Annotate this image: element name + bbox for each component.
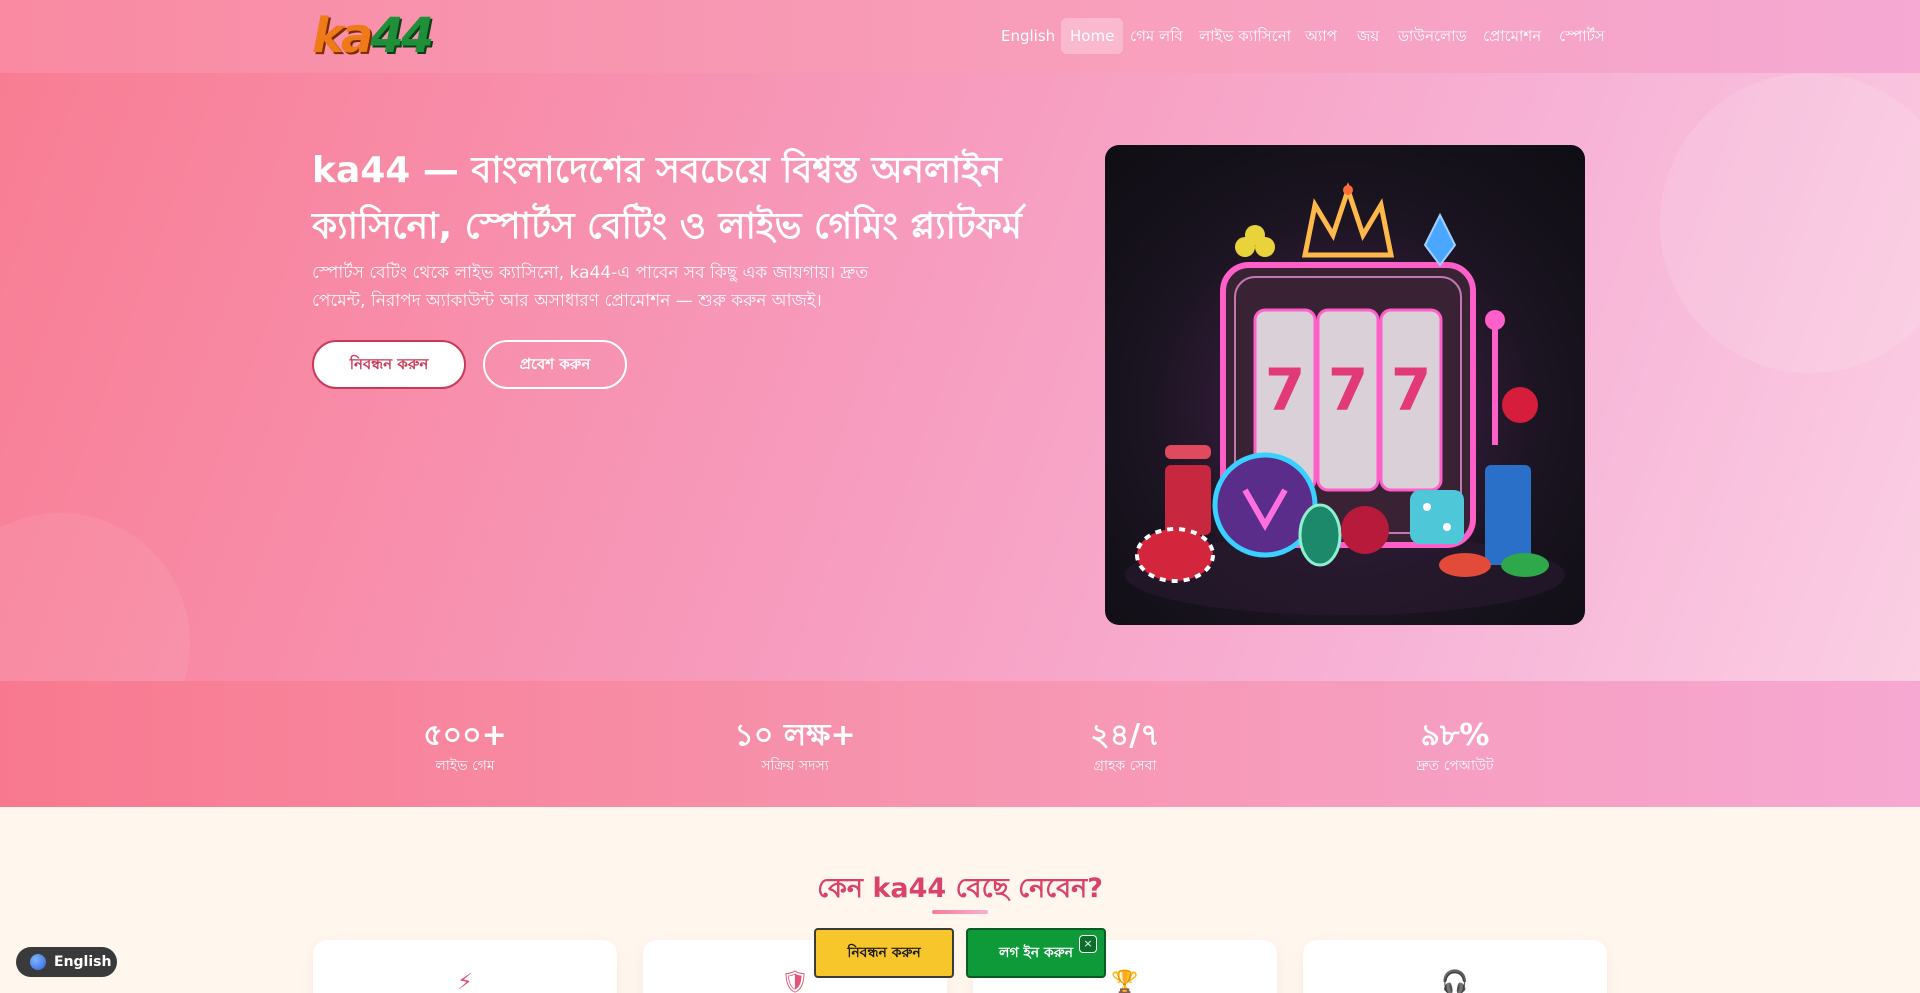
language-label: English: [54, 954, 112, 970]
stat-label: লাইভ গেম: [435, 758, 495, 774]
site-header: ka44 English Home গেম লবি লাইভ ক্যাসিনো …: [0, 0, 1920, 73]
stats-bar: ৫০০+ লাইভ গেম ১০ লক্ষ+ সক্রিয় সদস্য ২৪/…: [0, 681, 1920, 807]
nav-item-download[interactable]: ডাউনলোড: [1389, 18, 1476, 54]
nav-item-home[interactable]: Home: [1061, 18, 1124, 54]
nav-item-sports[interactable]: স্পোর্টস: [1550, 18, 1614, 54]
stat-label: গ্রাহক সেবা: [1093, 758, 1157, 774]
stat-label: সক্রিয় সদস্য: [761, 758, 829, 774]
login-button[interactable]: প্রবেশ করুন: [483, 340, 627, 389]
nav-item-app[interactable]: অ্যাপ: [1296, 18, 1346, 54]
decorative-bubble: [1660, 73, 1920, 373]
feature-card: 🎧: [1303, 940, 1607, 993]
nav-item-win[interactable]: জয়: [1348, 18, 1388, 54]
close-icon[interactable]: ×: [1079, 935, 1097, 953]
nav-item-live-casino[interactable]: লাইভ ক্যাসিনো: [1190, 18, 1300, 54]
sticky-register-button[interactable]: নিবন্ধন করুন: [814, 928, 954, 978]
main-nav: English Home গেম লবি লাইভ ক্যাসিনো অ্যাপ…: [0, 18, 1920, 54]
svg-text:7: 7: [1328, 356, 1368, 424]
hero-subtitle: স্পোর্টস বেটিং থেকে লাইভ ক্যাসিনো, ka44-…: [312, 263, 869, 311]
feature-card: ⚡: [313, 940, 617, 993]
register-button[interactable]: নিবন্ধন করুন: [312, 340, 466, 389]
title-underline: [932, 910, 988, 914]
nav-item-english[interactable]: English: [992, 18, 1064, 54]
why-section-title: কেন ka44 বেছে নেবেন?: [817, 873, 1103, 904]
hero-title: ka44 — বাংলাদেশের সবচেয়ে বিশ্বস্ত অনলাই…: [312, 150, 1022, 247]
svg-text:7: 7: [1265, 356, 1305, 424]
language-switcher[interactable]: English: [16, 947, 117, 977]
globe-icon: [30, 954, 46, 970]
nav-item-promotion[interactable]: প্রোমোশন: [1474, 18, 1550, 54]
slot-machine-illustration: 7 7 7: [1105, 145, 1585, 625]
nav-item-game-lobby[interactable]: গেম লবি: [1121, 18, 1192, 54]
headset-icon: 🎧: [1441, 970, 1469, 993]
hero-section: ka44 — বাংলাদেশের সবচেয়ে বিশ্বস্ত অনলাই…: [0, 73, 1920, 681]
lightning-icon: ⚡: [457, 970, 473, 993]
stat-label: দ্রুত পেআউট: [1416, 758, 1494, 774]
decorative-bubble: [0, 513, 190, 681]
slot-machine-image: 7 7 7: [1105, 145, 1585, 625]
svg-text:7: 7: [1391, 356, 1431, 424]
